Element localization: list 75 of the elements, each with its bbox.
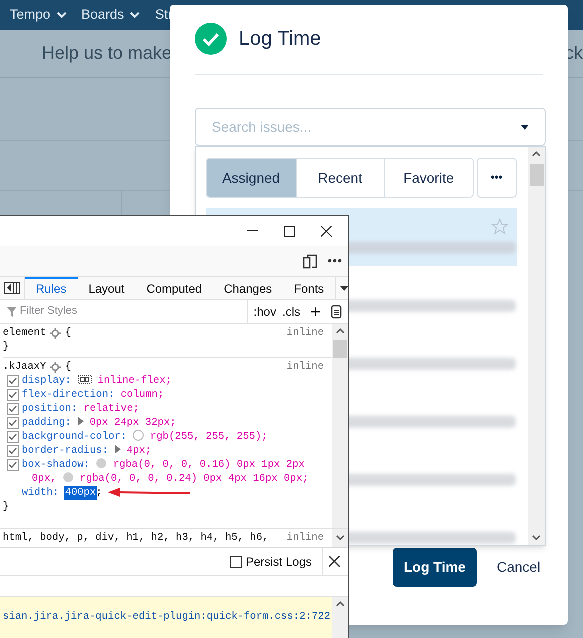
css-declaration: background-color: rgb(255, 255, 255);	[22, 430, 269, 444]
brace: {	[65, 326, 72, 340]
toolbar-button[interactable]: :hov	[254, 302, 276, 320]
checkbox[interactable]	[7, 417, 19, 429]
devtools-tab[interactable]: Fonts	[283, 277, 336, 299]
css-declaration: box-shadow: rgba(0, 0, 0, 0.16) 0px 1px 2px 0px, rgba(0, 0, 0, 0.24) 0px 4px 16px 0px;	[22, 458, 310, 486]
chevron-down-icon	[56, 12, 67, 18]
log-time-button[interactable]: Log Time	[393, 548, 477, 587]
console-input[interactable]	[0, 575, 348, 597]
css-selector: element	[3, 326, 46, 340]
chevron-down-icon	[130, 12, 140, 18]
tab[interactable]: Assigned	[207, 159, 296, 197]
flexbox-icon[interactable]	[78, 375, 92, 384]
brace: }	[3, 500, 10, 514]
css-declaration: position: relative;	[22, 402, 140, 416]
tab[interactable]: Favorite	[384, 159, 473, 197]
crosshair-icon[interactable]	[50, 362, 62, 372]
minimize-icon[interactable]	[247, 230, 258, 232]
checkbox[interactable]	[7, 375, 19, 387]
source-label: inline	[286, 360, 324, 374]
dialog-title: Log Time	[239, 27, 322, 52]
nav-link[interactable]: Tempo	[10, 4, 67, 26]
star-outline-icon[interactable]	[491, 218, 509, 236]
caret-down-icon	[521, 124, 529, 130]
crosshair-icon[interactable]	[50, 328, 62, 338]
checkbox[interactable]	[7, 389, 19, 401]
checkbox[interactable]	[7, 459, 19, 471]
document-icon[interactable]	[331, 304, 342, 318]
maximize-icon[interactable]	[284, 226, 295, 236]
scrollbar-thumb[interactable]	[333, 340, 347, 358]
persist-logs-checkbox[interactable]: Persist Logs	[230, 552, 312, 570]
nav-link[interactable]: Boards	[82, 4, 140, 26]
checkbox[interactable]	[7, 431, 19, 443]
toolbar-button[interactable]: +	[306, 302, 325, 320]
toolbar-button[interactable]: .cls	[282, 302, 300, 320]
more-icon[interactable]	[328, 259, 342, 263]
expand-triangle-icon[interactable]	[78, 417, 84, 426]
checkbox[interactable]	[7, 445, 19, 457]
color-swatch[interactable]	[96, 458, 108, 469]
scrollbar-thumb[interactable]	[530, 164, 544, 186]
sidebar-toggle-icon[interactable]	[4, 282, 20, 294]
brace: {	[65, 360, 72, 374]
source-label: inline	[286, 326, 324, 340]
expand-triangle-icon[interactable]	[114, 445, 121, 454]
source-label: inline	[286, 531, 324, 545]
css-selector: html, body, p, div, h1, h2, h3, h4, h5, h6,	[3, 531, 269, 545]
css-declaration: width: 400px;	[22, 486, 104, 500]
devtools-tab[interactable]: Changes	[213, 277, 284, 299]
banner-text: Help us to make	[42, 42, 172, 65]
cancel-button[interactable]: Cancel	[496, 557, 541, 578]
checkbox[interactable]	[7, 403, 19, 415]
console-message: sian.jira.jira-quick-edit-plugin:quick-form.css:2:722	[2, 610, 332, 625]
css-declaration: border-radius: 4px;	[22, 444, 153, 458]
check-circle-icon	[195, 23, 227, 55]
chevron-down-icon[interactable]	[336, 535, 344, 541]
chevron-down-icon[interactable]	[532, 535, 541, 541]
close-icon[interactable]	[321, 226, 332, 236]
devtools-tab[interactable]: Layout	[78, 277, 136, 299]
css-selector: .kJaaxY	[3, 360, 46, 374]
caret-down-icon[interactable]	[340, 286, 348, 290]
css-declaration: flex-direction: column;	[22, 388, 166, 402]
chevron-up-icon[interactable]	[336, 601, 344, 607]
color-swatch[interactable]	[62, 472, 74, 483]
filter-icon	[7, 306, 17, 316]
color-swatch[interactable]	[133, 430, 144, 441]
devtools-tab[interactable]: Computed	[136, 277, 214, 299]
responsive-design-icon[interactable]	[303, 254, 318, 268]
devtools-tab[interactable]: Rules	[25, 277, 78, 299]
chevron-up-icon[interactable]	[336, 328, 344, 334]
css-declaration: padding: 0px 24px 32px;	[22, 416, 178, 430]
css-declaration: display: inline-flex;	[22, 374, 173, 388]
chevron-up-icon[interactable]	[532, 151, 541, 157]
more-button[interactable]: •••	[476, 158, 517, 198]
brace: }	[3, 340, 10, 354]
close-icon[interactable]	[329, 556, 340, 567]
